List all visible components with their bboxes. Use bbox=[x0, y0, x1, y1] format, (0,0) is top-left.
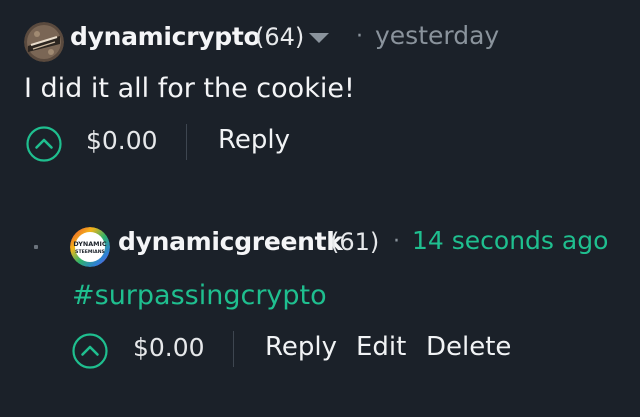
comment-timestamp[interactable]: 14 seconds ago bbox=[412, 226, 608, 255]
comment-timestamp[interactable]: yesterday bbox=[375, 21, 499, 50]
reply-button[interactable]: Reply bbox=[218, 125, 290, 155]
meta-separator: · bbox=[356, 24, 363, 49]
comment-author[interactable]: dynamicrypto bbox=[70, 22, 261, 51]
chevron-up-circle-icon[interactable] bbox=[26, 126, 62, 162]
edit-button[interactable]: Edit bbox=[356, 332, 406, 362]
author-reputation: (64) bbox=[255, 23, 305, 51]
dynamicrypto-avatar-icon[interactable] bbox=[24, 22, 64, 62]
action-divider bbox=[186, 124, 187, 160]
comment-author[interactable]: dynamicgreentk bbox=[118, 227, 343, 256]
comment-thread: dynamicrypto (64) · yesterday I did it a… bbox=[0, 0, 640, 417]
avatar-text-top: DYNAMIC bbox=[73, 240, 106, 248]
hashtag-link[interactable]: #surpassingcrypto bbox=[72, 280, 327, 311]
delete-button[interactable]: Delete bbox=[426, 332, 511, 362]
reply-button[interactable]: Reply bbox=[265, 332, 337, 362]
chevron-up-circle-icon[interactable] bbox=[72, 333, 108, 369]
author-reputation: (61) bbox=[330, 228, 380, 256]
meta-separator: · bbox=[393, 229, 400, 254]
action-divider bbox=[233, 331, 234, 367]
dynamicgreentk-avatar-icon[interactable]: DYNAMIC STEEMIANS bbox=[70, 227, 110, 267]
caret-down-icon[interactable] bbox=[308, 30, 330, 44]
payout-value[interactable]: $0.00 bbox=[86, 126, 158, 155]
avatar-text-bottom: STEEMIANS bbox=[75, 249, 105, 255]
thread-bullet bbox=[34, 245, 38, 249]
payout-value[interactable]: $0.00 bbox=[133, 333, 205, 362]
comment-body: I did it all for the cookie! bbox=[24, 73, 355, 104]
